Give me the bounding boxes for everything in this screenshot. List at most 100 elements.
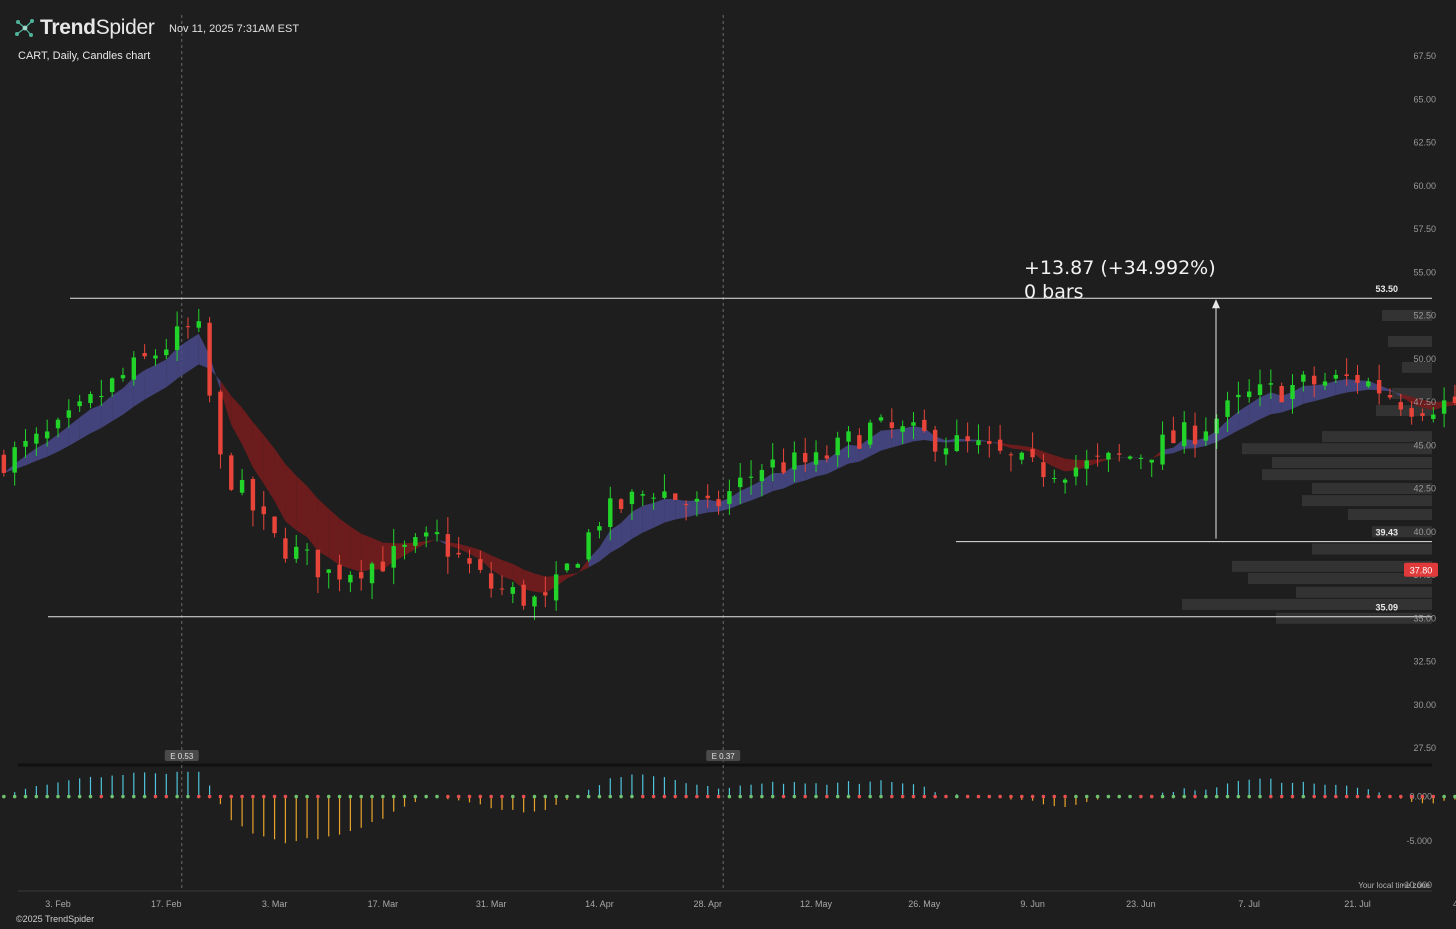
oscillator-signal-dot <box>749 794 753 799</box>
candle-body <box>976 440 981 446</box>
candle-body <box>294 546 299 559</box>
candle-body <box>261 506 266 515</box>
oscillator-signal-dot <box>630 794 634 799</box>
measurement-bars-label: 0 bars <box>1024 281 1084 303</box>
time-tick-label: 12. May <box>800 899 833 909</box>
candle-body <box>846 431 851 442</box>
candle-body <box>1246 391 1252 398</box>
bearish-ribbon-segment <box>501 560 513 581</box>
candle-body <box>1203 431 1209 441</box>
candle-body <box>88 394 93 404</box>
candle-body <box>478 559 483 570</box>
price-tick-label: 42.50 <box>1413 484 1436 494</box>
oscillator-signal-dot <box>229 794 234 799</box>
oscillator-signal-dot <box>402 794 407 799</box>
bullish-ribbon-segment <box>772 472 784 492</box>
oscillator-signal-dot <box>619 794 623 799</box>
oscillator-signal-dot <box>695 794 699 799</box>
earnings-badge-label: E 0.37 <box>712 752 736 761</box>
candle-body <box>716 499 721 507</box>
candle-body <box>1138 457 1144 459</box>
candle-body <box>1019 452 1024 460</box>
bullish-ribbon-segment <box>79 409 91 440</box>
bearish-ribbon-segment <box>307 486 318 552</box>
candle-body <box>1225 400 1230 417</box>
oscillator-signal-dot <box>1063 794 1067 799</box>
oscillator-signal-dot <box>240 794 244 799</box>
bullish-ribbon-segment <box>155 359 167 394</box>
volume-profile-bar <box>1242 443 1432 455</box>
bullish-ribbon-segment <box>599 530 611 562</box>
oscillator-signal-dot <box>965 794 970 799</box>
bearish-ribbon-segment <box>274 448 286 522</box>
time-tick-label: 7. Jul <box>1238 899 1260 909</box>
candle-body <box>315 549 321 578</box>
oscillator-signal-dot <box>1160 794 1165 799</box>
candle-body <box>553 574 559 601</box>
candle-body <box>250 478 256 511</box>
candle-body <box>1095 455 1100 457</box>
oscillator-signal-dot <box>1377 794 1381 799</box>
bullish-ribbon-segment <box>68 417 80 446</box>
candle-body <box>597 526 602 531</box>
oscillator-signal-dot <box>987 794 992 799</box>
oscillator-signal-dot <box>1247 794 1251 799</box>
candle-body <box>651 497 656 499</box>
oscillator-signal-dot <box>1149 794 1154 799</box>
bullish-ribbon-segment <box>696 499 708 515</box>
candle-body <box>1333 374 1339 379</box>
bearish-ribbon-segment <box>339 518 351 569</box>
oscillator-signal-dot <box>88 794 93 799</box>
volume-profile-bar <box>1296 586 1432 598</box>
oscillator-signal-dot <box>56 794 60 799</box>
candle-body <box>1376 379 1382 394</box>
candle-body <box>1290 384 1295 399</box>
oscillator-signal-dot <box>121 794 125 799</box>
bullish-ribbon-segment <box>751 480 762 501</box>
candle-body <box>662 491 667 498</box>
candle-body <box>889 422 895 428</box>
bullish-ribbon-segment <box>144 364 156 400</box>
candle-body <box>1030 448 1035 458</box>
candle-body <box>813 452 819 465</box>
candle-body <box>943 448 949 455</box>
chart-header: TrendSpider Nov 11, 2025 7:31AM EST CART… <box>14 14 614 74</box>
oscillator-signal-dot <box>868 794 872 799</box>
oscillator-tick-label: -5.000 <box>1406 836 1432 846</box>
copyright-text: ©2025 TrendSpider <box>16 914 95 924</box>
oscillator-signal-dot <box>1041 794 1046 799</box>
candle-body <box>824 455 830 459</box>
candle-body <box>77 401 82 407</box>
candle-body <box>1257 384 1263 396</box>
oscillator-signal-dot <box>1171 794 1176 799</box>
candle-body <box>987 441 992 444</box>
oscillator-signal-dot <box>326 794 331 799</box>
oscillator-signal-dot <box>1334 794 1338 799</box>
oscillator-signal-dot <box>348 794 353 799</box>
candlestick-chart[interactable]: 53.50 39.43 35.09 +13.87 (+34.992%)0 bars 6… <box>0 0 1456 929</box>
bullish-ribbon-segment <box>653 498 665 528</box>
oscillator-signal-dot <box>110 794 114 799</box>
oscillator-signal-dot <box>2 794 6 799</box>
candle-body <box>1409 408 1414 417</box>
oscillator-signal-dot <box>424 794 428 799</box>
candle-body <box>759 469 765 482</box>
candle-body <box>1117 453 1122 455</box>
oscillator-signal-dot <box>738 794 743 799</box>
bearish-ribbon-segment <box>296 475 308 537</box>
candle-body <box>532 596 537 607</box>
oscillator-signal-dot <box>1182 794 1187 799</box>
candle-body <box>673 493 678 500</box>
candle-body <box>629 491 635 505</box>
bullish-ribbon-segment <box>881 429 892 451</box>
oscillator-signal-dot <box>1290 794 1295 799</box>
oscillator-signal-dot <box>1074 794 1078 799</box>
candle-body <box>1052 478 1057 480</box>
oscillator-signal-dot <box>911 794 916 799</box>
bullish-ribbon-segment <box>675 499 687 520</box>
oscillator-signal-dot <box>1030 794 1035 799</box>
candle-body <box>954 435 960 452</box>
candle-body <box>1073 467 1079 477</box>
chart-subtitle: CART, Daily, Candles chart <box>18 50 151 62</box>
candle-body <box>878 417 884 421</box>
